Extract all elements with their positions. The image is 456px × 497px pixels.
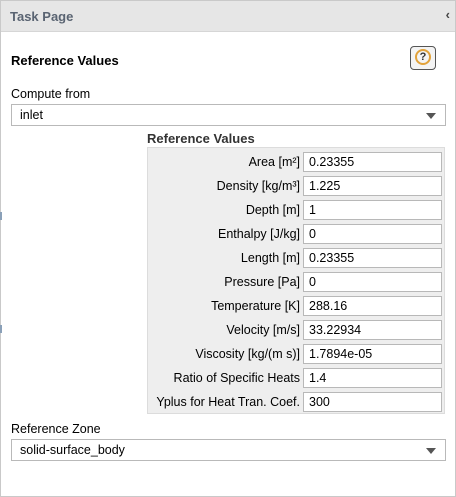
length-row: Length [m] <box>148 248 446 268</box>
viscosity-label: Viscosity [kg/(m s)] <box>195 347 300 361</box>
depth-input[interactable] <box>303 200 442 220</box>
area-row: Area [m²] <box>148 152 446 172</box>
velocity-row: Velocity [m/s] <box>148 320 446 340</box>
depth-row: Depth [m] <box>148 200 446 220</box>
viscosity-row: Viscosity [kg/(m s)] <box>148 344 446 364</box>
pressure-row: Pressure [Pa] <box>148 272 446 292</box>
splitter-handle[interactable] <box>0 212 2 220</box>
yplus-row: Yplus for Heat Tran. Coef. <box>148 392 446 412</box>
compute-from-dropdown[interactable]: inlet <box>11 104 446 126</box>
reference-values-group: Area [m²] Density [kg/m³] Depth [m] Enth… <box>147 147 445 414</box>
reference-values-header: Reference Values <box>147 131 255 146</box>
depth-label: Depth [m] <box>245 203 300 217</box>
specific-heats-input[interactable] <box>303 368 442 388</box>
collapse-icon[interactable]: ‹ <box>446 7 450 22</box>
section-title: Reference Values <box>11 53 119 68</box>
yplus-label: Yplus for Heat Tran. Coef. <box>156 395 300 409</box>
temperature-label: Temperature [K] <box>211 299 300 313</box>
area-label: Area [m²] <box>248 155 300 169</box>
length-input[interactable] <box>303 248 442 268</box>
density-row: Density [kg/m³] <box>148 176 446 196</box>
enthalpy-input[interactable] <box>303 224 442 244</box>
pressure-input[interactable] <box>303 272 442 292</box>
help-button[interactable]: ? <box>410 46 436 70</box>
temperature-row: Temperature [K] <box>148 296 446 316</box>
compute-from-label: Compute from <box>11 87 91 101</box>
pressure-label: Pressure [Pa] <box>224 275 300 289</box>
help-icon: ? <box>415 49 431 65</box>
chevron-down-icon <box>426 448 436 454</box>
density-input[interactable] <box>303 176 442 196</box>
reference-zone-dropdown[interactable]: solid-surface_body <box>11 439 446 461</box>
enthalpy-row: Enthalpy [J/kg] <box>148 224 446 244</box>
splitter-handle[interactable] <box>0 325 2 333</box>
density-label: Density [kg/m³] <box>216 179 300 193</box>
temperature-input[interactable] <box>303 296 442 316</box>
area-input[interactable] <box>303 152 442 172</box>
reference-zone-label: Reference Zone <box>11 422 101 436</box>
reference-zone-value: solid-surface_body <box>20 443 125 457</box>
task-page-panel: Task Page ‹ Reference Values ? Compute f… <box>0 0 456 497</box>
specific-heats-label: Ratio of Specific Heats <box>173 371 300 385</box>
velocity-input[interactable] <box>303 320 442 340</box>
enthalpy-label: Enthalpy [J/kg] <box>218 227 300 241</box>
velocity-label: Velocity [m/s] <box>226 323 300 337</box>
panel-titlebar: Task Page ‹ <box>1 1 455 32</box>
viscosity-input[interactable] <box>303 344 442 364</box>
specific-heats-row: Ratio of Specific Heats <box>148 368 446 388</box>
compute-from-value: inlet <box>20 108 43 122</box>
chevron-down-icon <box>426 113 436 119</box>
yplus-input[interactable] <box>303 392 442 412</box>
length-label: Length [m] <box>240 251 300 265</box>
panel-title: Task Page <box>10 9 74 24</box>
